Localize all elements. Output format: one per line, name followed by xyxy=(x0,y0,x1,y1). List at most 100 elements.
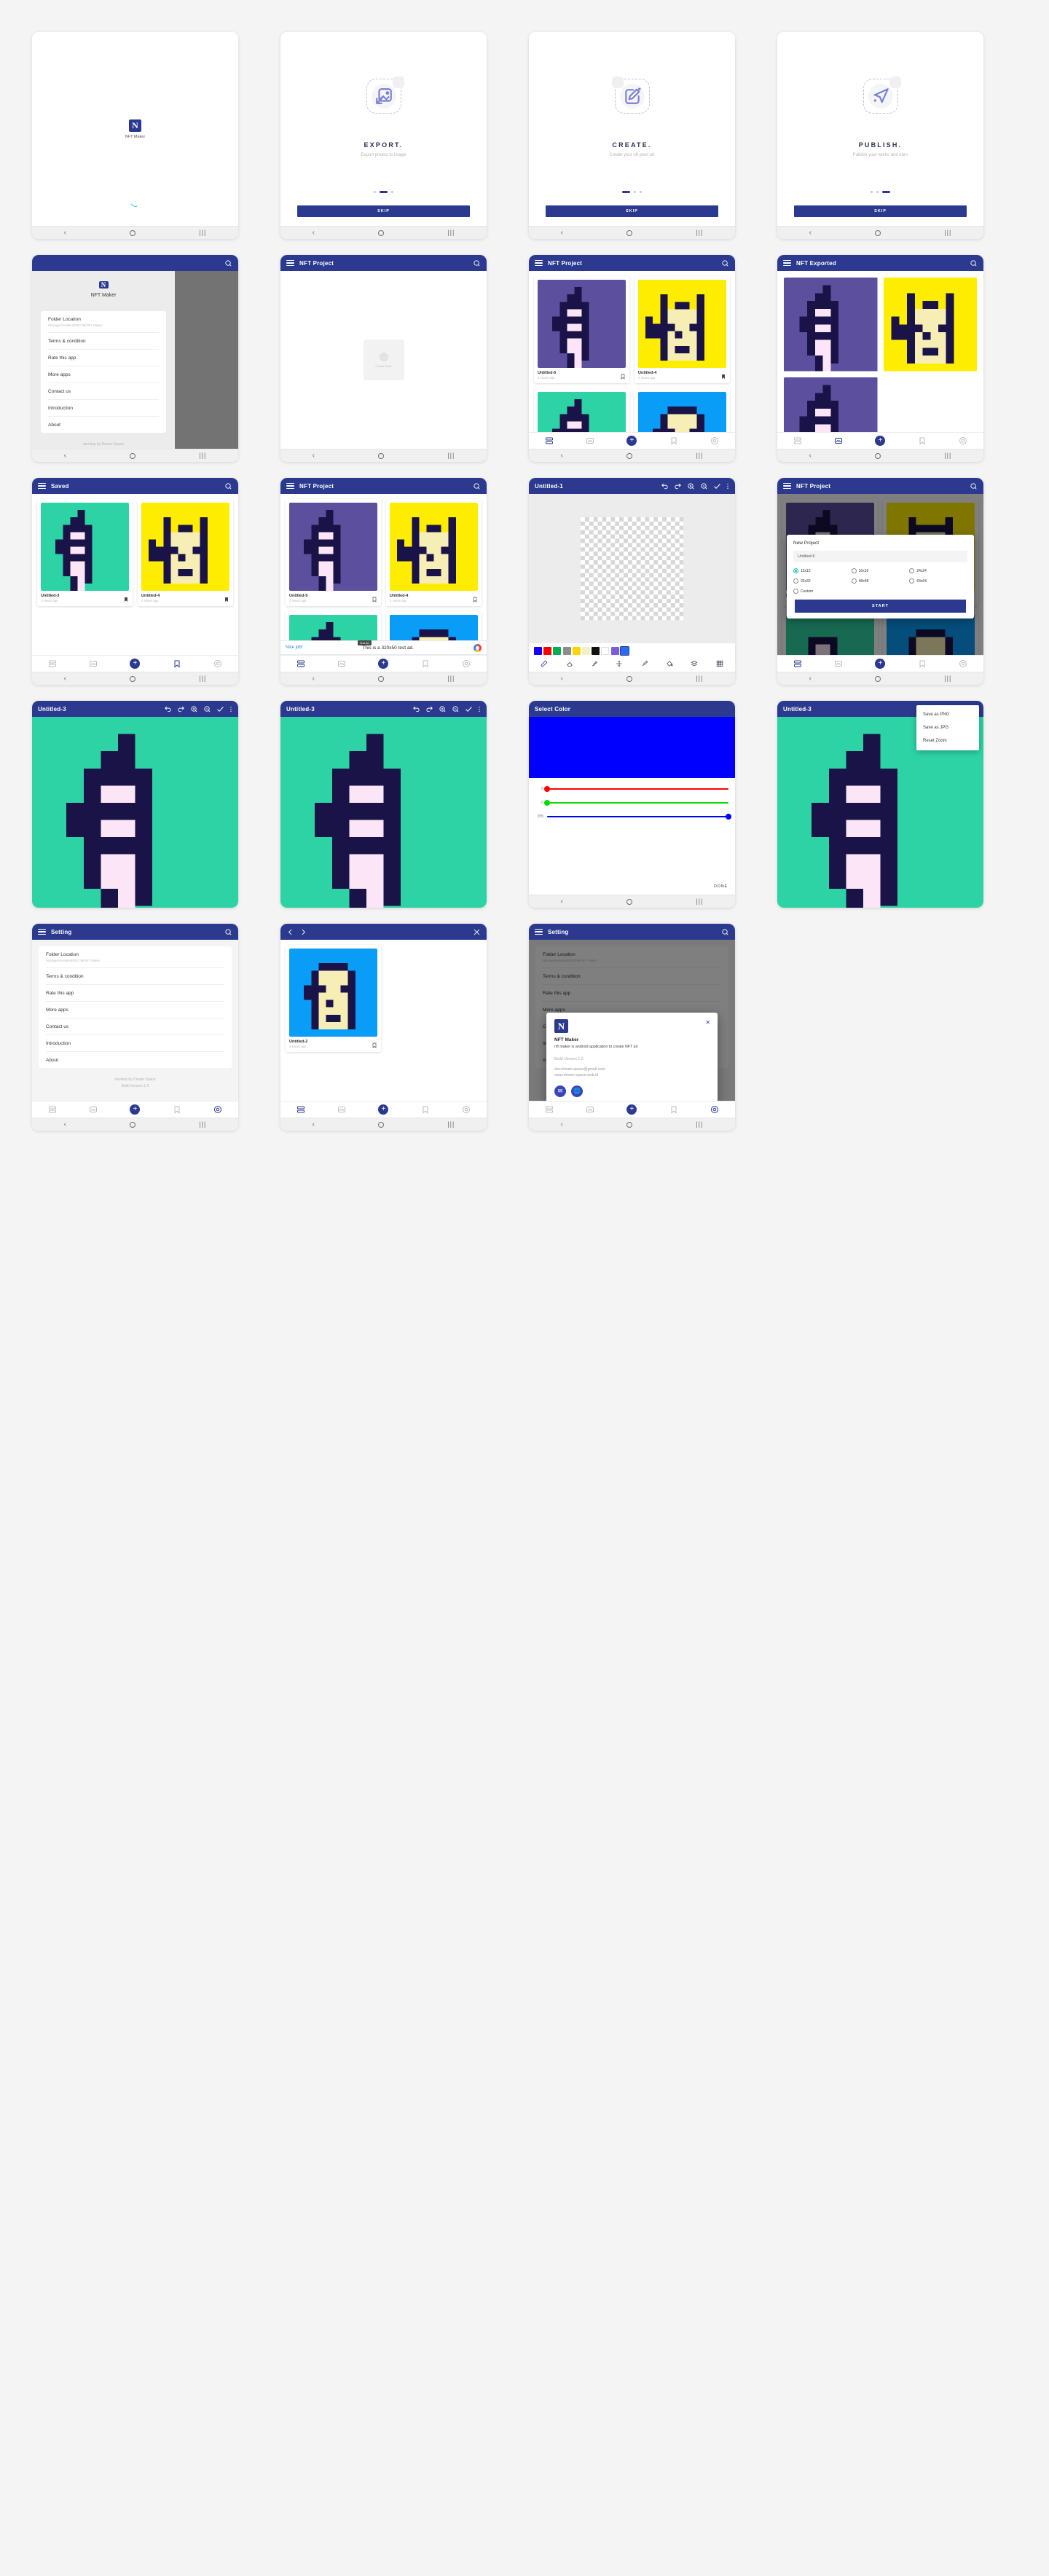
pencil-icon[interactable] xyxy=(541,660,548,667)
nav-gallery-icon[interactable] xyxy=(89,1105,98,1114)
nav-settings-icon[interactable] xyxy=(959,659,967,668)
swatch-blue[interactable] xyxy=(534,647,542,655)
eraser-icon[interactable] xyxy=(566,660,573,667)
system-back-button[interactable]: ‹ xyxy=(561,675,563,683)
close-icon[interactable] xyxy=(473,928,481,936)
slider-blue[interactable]: 255 xyxy=(535,814,731,820)
system-back-button[interactable]: ‹ xyxy=(64,229,66,237)
size-option-16x16[interactable]: 16x16 xyxy=(851,568,910,573)
system-recents-button[interactable]: ||| xyxy=(696,898,703,905)
search-icon[interactable] xyxy=(224,482,232,490)
bookmark-icon[interactable] xyxy=(472,597,478,602)
system-recents-button[interactable]: ||| xyxy=(199,675,206,682)
system-recents-button[interactable]: ||| xyxy=(199,229,206,236)
nav-bookmark-icon[interactable] xyxy=(173,1105,181,1114)
system-home-button[interactable] xyxy=(378,452,385,459)
nav-projects-icon[interactable] xyxy=(545,436,554,445)
project-card[interactable]: Untitled-24 Hours ago xyxy=(286,945,381,1052)
nav-projects-icon[interactable] xyxy=(296,1105,305,1114)
menu-item-save-jpg[interactable]: Save as JPG xyxy=(916,721,979,734)
system-home-button[interactable] xyxy=(875,675,881,682)
drawer-item-about[interactable]: About xyxy=(48,417,159,433)
dot-1[interactable] xyxy=(622,191,630,193)
system-recents-button[interactable]: ||| xyxy=(944,452,951,459)
skip-button[interactable]: SKIP xyxy=(546,205,718,217)
system-home-button[interactable] xyxy=(626,452,633,459)
system-back-button[interactable]: ‹ xyxy=(313,229,315,237)
system-home-button[interactable] xyxy=(378,229,385,236)
swatch-green[interactable] xyxy=(553,647,562,655)
bookmark-icon[interactable] xyxy=(720,374,726,380)
project-card[interactable]: Untitled-44 Hours ago xyxy=(634,276,730,383)
nav-add-button[interactable]: + xyxy=(130,659,141,669)
swatch-gray[interactable] xyxy=(562,647,571,655)
hamburger-menu-icon[interactable] xyxy=(535,928,543,935)
system-back-button[interactable]: ‹ xyxy=(64,1120,66,1128)
project-card[interactable]: Untitled-54 Hours ago xyxy=(286,499,381,606)
eyedropper-icon[interactable] xyxy=(641,660,648,667)
system-home-button[interactable] xyxy=(626,1121,633,1128)
system-home-button[interactable] xyxy=(875,452,881,459)
size-option-32x32[interactable]: 32x32 xyxy=(793,578,852,584)
pixel-art-canvas[interactable] xyxy=(280,717,487,908)
bookmark-icon[interactable] xyxy=(620,374,626,380)
system-recents-button[interactable]: ||| xyxy=(447,675,455,682)
layers-icon[interactable] xyxy=(691,660,699,667)
nav-add-button[interactable]: + xyxy=(626,436,637,446)
system-home-button[interactable] xyxy=(875,229,881,236)
drawer-item-folder-location[interactable]: Folder Location/storage/emulated/0/DCIM/… xyxy=(48,311,159,333)
zoom-out-icon[interactable] xyxy=(203,705,211,713)
system-recents-button[interactable]: ||| xyxy=(696,452,703,459)
nav-add-button[interactable]: + xyxy=(378,1104,389,1115)
drawer-item-contact[interactable]: Contact us xyxy=(48,383,159,400)
nav-projects-icon[interactable] xyxy=(793,659,802,668)
drawer-item-rate[interactable]: Rate this app xyxy=(48,350,159,366)
paint-bucket-icon[interactable] xyxy=(666,660,673,667)
swatch-black[interactable] xyxy=(592,647,600,655)
bookmark-icon[interactable] xyxy=(123,597,129,602)
system-home-button[interactable] xyxy=(626,229,633,236)
dot-2[interactable] xyxy=(876,191,879,193)
zoom-in-icon[interactable] xyxy=(687,482,695,490)
nav-gallery-icon[interactable] xyxy=(337,659,346,668)
nav-gallery-icon[interactable] xyxy=(586,1105,594,1114)
system-back-button[interactable]: ‹ xyxy=(313,452,315,460)
nav-projects-icon[interactable] xyxy=(296,659,305,668)
nav-settings-icon[interactable] xyxy=(710,1105,719,1114)
nav-settings-icon[interactable] xyxy=(213,1105,222,1114)
nav-gallery-icon[interactable] xyxy=(89,659,98,668)
ad-cta-label[interactable]: Nice job! xyxy=(286,645,302,650)
canvas-area[interactable] xyxy=(32,717,238,908)
zoom-out-icon[interactable] xyxy=(700,482,708,490)
setting-item-about[interactable]: About xyxy=(46,1052,224,1068)
hamburger-menu-icon[interactable] xyxy=(286,482,294,490)
more-vertical-icon[interactable] xyxy=(229,705,232,713)
check-icon[interactable] xyxy=(713,482,721,490)
check-icon[interactable] xyxy=(465,705,473,713)
done-button[interactable]: DONE xyxy=(714,884,728,889)
transparent-canvas[interactable] xyxy=(580,517,684,621)
check-icon[interactable] xyxy=(216,705,224,713)
system-home-button[interactable] xyxy=(378,1121,385,1128)
drawer-item-terms[interactable]: Terms & condition xyxy=(48,333,159,350)
search-icon[interactable] xyxy=(970,259,978,267)
close-icon[interactable]: ✕ xyxy=(705,1019,710,1026)
dot-3[interactable] xyxy=(882,191,890,193)
nav-bookmark-icon[interactable] xyxy=(669,1105,678,1114)
size-option-24x24[interactable]: 24x24 xyxy=(909,568,967,573)
empty-state-box[interactable]: Create Now! xyxy=(363,339,404,380)
system-back-button[interactable]: ‹ xyxy=(809,675,812,683)
system-back-button[interactable]: ‹ xyxy=(809,452,812,460)
dot-1[interactable] xyxy=(871,191,873,193)
swatch-yellow[interactable] xyxy=(572,647,581,655)
slider-red[interactable]: 0 xyxy=(535,786,728,792)
nav-projects-icon[interactable] xyxy=(48,659,57,668)
setting-item-folder-location[interactable]: Folder Location/storage/emulated/0/DCIM/… xyxy=(46,946,224,968)
project-card[interactable]: Untitled-34 Hours ago xyxy=(286,611,381,640)
system-recents-button[interactable]: ||| xyxy=(447,229,455,236)
email-icon[interactable]: ✉ xyxy=(554,1085,566,1097)
setting-item-more-apps[interactable]: More apps xyxy=(46,1002,224,1018)
dot-2[interactable] xyxy=(634,191,636,193)
system-recents-button[interactable]: ||| xyxy=(696,675,703,682)
nav-add-button[interactable]: + xyxy=(378,659,389,669)
